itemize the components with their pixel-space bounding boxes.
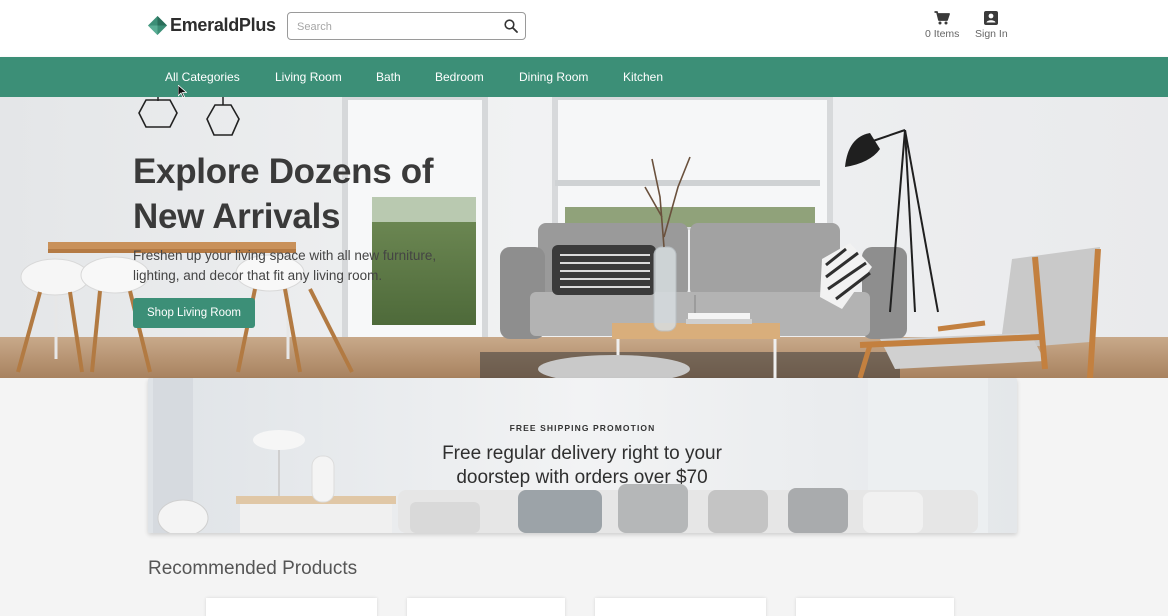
brand-name: EmeraldPlus [170, 15, 276, 35]
cart-count-label: 0 Items [925, 28, 960, 40]
category-nav: All Categories Living Room Bath Bedroom … [0, 57, 1168, 97]
hero-banner: Explore Dozens of New Arrivals Freshen u… [0, 97, 1168, 378]
nav-item-all-categories[interactable]: All Categories [165, 70, 240, 84]
sign-in-label: Sign In [975, 28, 1008, 40]
product-card[interactable] [796, 598, 954, 616]
account-icon [984, 11, 999, 25]
nav-item-bedroom[interactable]: Bedroom [435, 70, 484, 84]
hero-title: Explore Dozens of New Arrivals [133, 152, 434, 236]
product-card[interactable] [595, 598, 766, 616]
cart-icon [934, 11, 951, 25]
promo-kicker: FREE SHIPPING PROMOTION [509, 423, 656, 433]
mouse-cursor-icon [178, 85, 187, 98]
product-card[interactable] [206, 598, 377, 616]
nav-item-dining-room[interactable]: Dining Room [519, 70, 588, 84]
free-shipping-promo-banner[interactable]: FREE SHIPPING PROMOTION Free regular del… [148, 378, 1017, 533]
product-card[interactable] [407, 598, 565, 616]
site-header: EmeraldPlus 0 Items Sign In [0, 0, 1168, 57]
brand-logo[interactable]: EmeraldPlus [148, 15, 276, 36]
sign-in-button[interactable]: Sign In [975, 11, 1008, 40]
search-box[interactable] [287, 12, 526, 40]
cart-button[interactable]: 0 Items [925, 11, 959, 40]
search-icon[interactable] [504, 19, 518, 33]
diamond-logo-icon [148, 16, 167, 35]
shop-living-room-button[interactable]: Shop Living Room [133, 298, 255, 328]
promo-headline: Free regular delivery right to your door… [442, 443, 722, 488]
nav-item-bath[interactable]: Bath [376, 70, 401, 84]
hero-subtitle: Freshen up your living space with all ne… [133, 248, 437, 283]
recommended-products-heading: Recommended Products [148, 558, 358, 579]
nav-item-kitchen[interactable]: Kitchen [623, 70, 663, 84]
search-input[interactable] [297, 18, 497, 35]
nav-item-living-room[interactable]: Living Room [275, 70, 342, 84]
